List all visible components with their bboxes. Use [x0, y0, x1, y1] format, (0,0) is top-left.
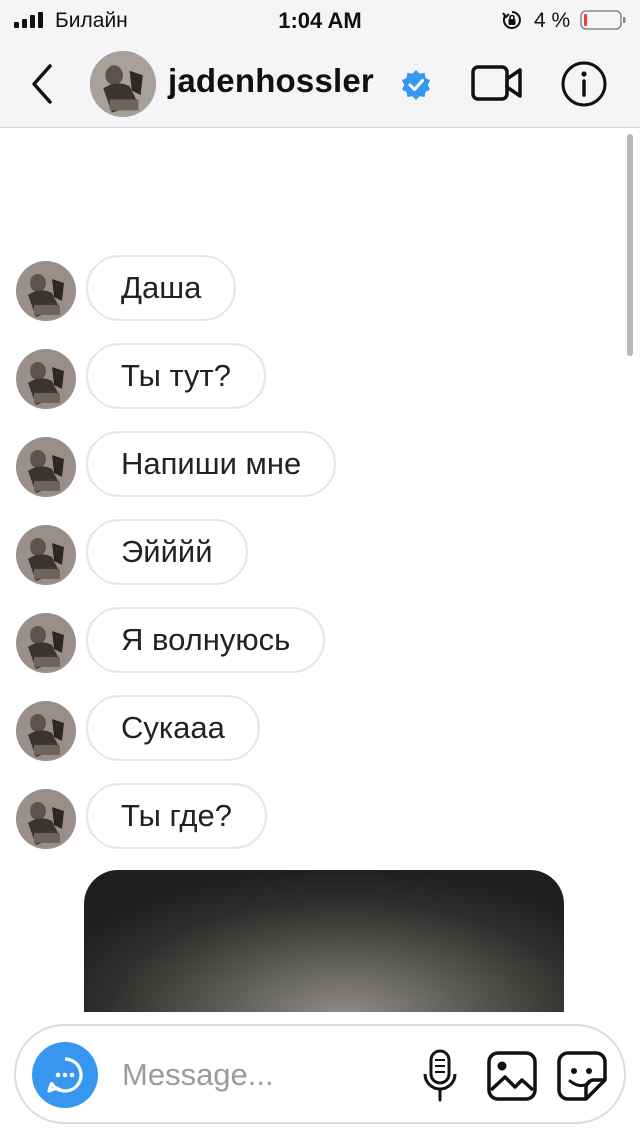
camera-button[interactable] [32, 1042, 98, 1108]
message-bubble[interactable]: Эйййй [86, 519, 248, 585]
chat-header: jadenhossler [0, 40, 640, 128]
sender-avatar[interactable] [16, 437, 76, 497]
sender-avatar[interactable] [16, 261, 76, 321]
message-bubble[interactable]: Даша [86, 255, 237, 321]
gallery-icon[interactable] [486, 1050, 538, 1102]
verified-badge-icon [402, 70, 430, 100]
username[interactable]: jadenhossler [168, 62, 374, 100]
camera-search-icon [47, 1057, 83, 1093]
rotation-lock-icon [502, 11, 521, 29]
message-bubble[interactable]: Ты где? [86, 783, 267, 849]
message-bubble[interactable]: Ты тут? [86, 343, 266, 409]
message-bubble[interactable]: Сукааа [86, 695, 260, 761]
sticker-icon[interactable] [556, 1050, 608, 1102]
message-composer [14, 1024, 626, 1124]
sender-avatar[interactable] [16, 789, 76, 849]
avatar[interactable] [90, 51, 156, 117]
sender-avatar[interactable] [16, 613, 76, 673]
photo-message[interactable] [84, 870, 564, 1020]
battery-icon [580, 10, 626, 30]
scrollbar[interactable] [627, 134, 633, 356]
video-camera-icon[interactable] [470, 62, 524, 106]
sender-avatar[interactable] [16, 701, 76, 761]
microphone-icon[interactable] [420, 1048, 460, 1104]
info-icon[interactable] [560, 60, 608, 108]
message-bubble[interactable]: Напиши мне [86, 431, 337, 497]
battery-percentage: 4 % [534, 9, 571, 32]
message-input[interactable] [120, 1048, 404, 1102]
back-chevron-icon[interactable] [24, 60, 64, 108]
sender-avatar[interactable] [16, 525, 76, 585]
status-bar: Билайн 1:04 AM 4 % [0, 0, 640, 40]
message-bubble[interactable]: Я волнуюсь [86, 607, 326, 673]
sender-avatar[interactable] [16, 349, 76, 409]
